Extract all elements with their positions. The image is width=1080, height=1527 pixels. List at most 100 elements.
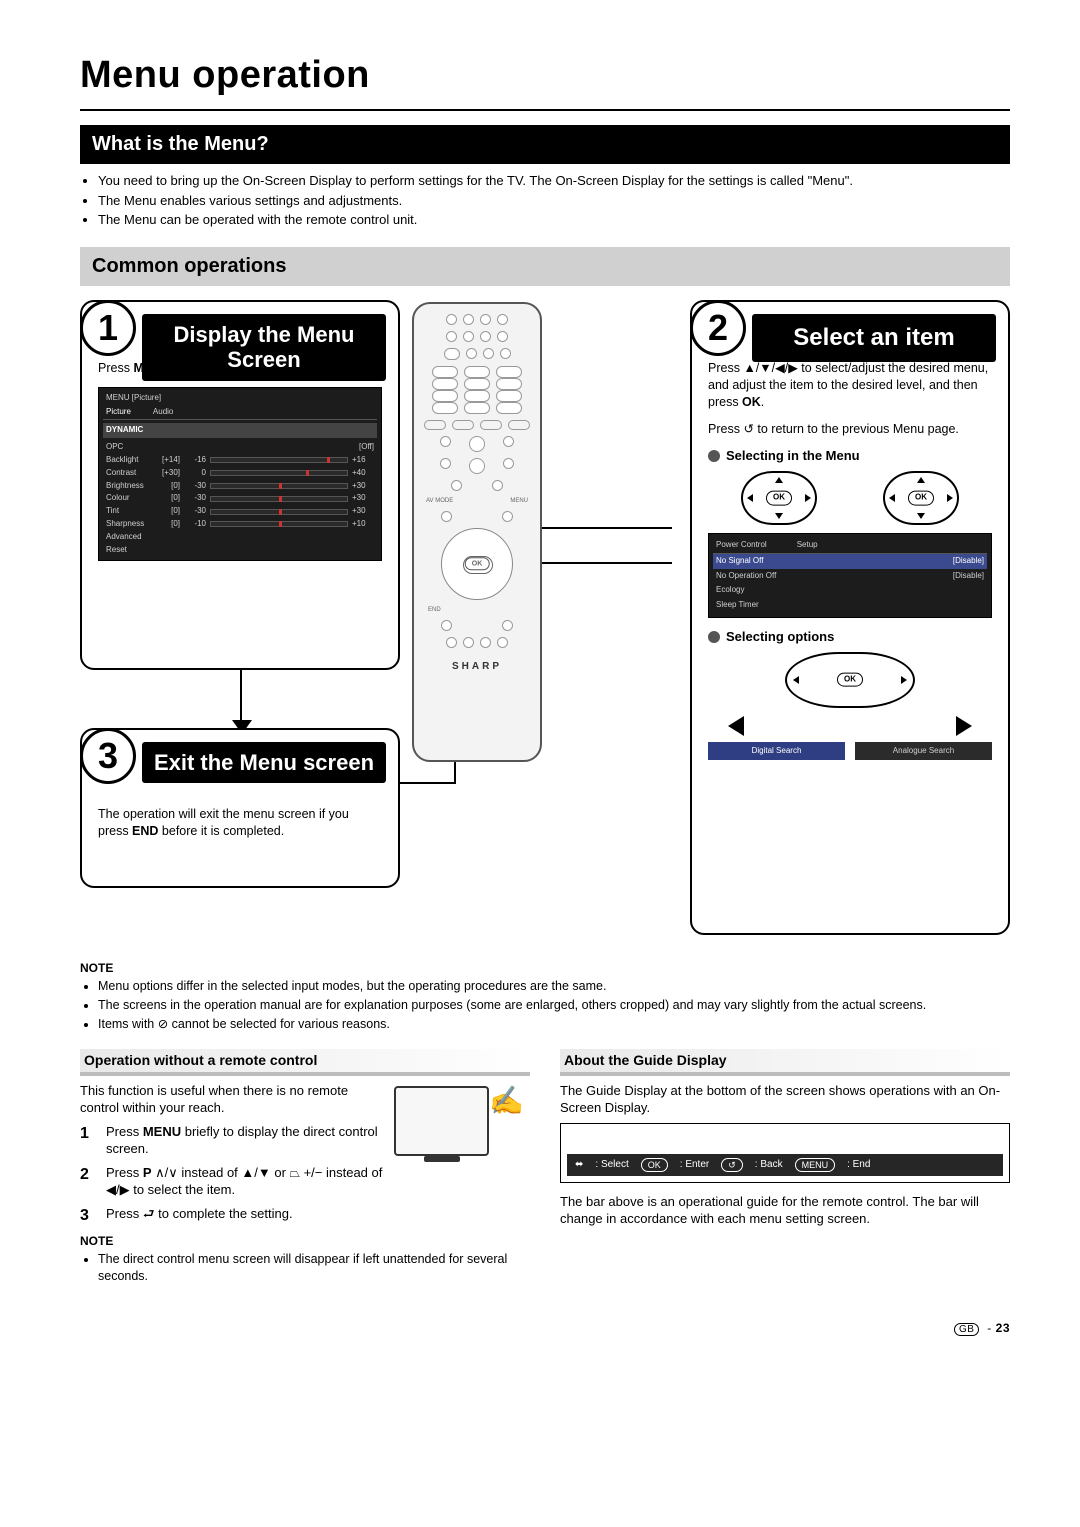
tv-icon: [394, 1086, 489, 1156]
connector-line: [542, 527, 672, 529]
step-number: 2: [690, 300, 746, 356]
section-heading-what: What is the Menu?: [80, 125, 1010, 164]
what-bullets: You need to bring up the On-Screen Displ…: [80, 172, 1010, 229]
note-list: Menu options differ in the selected inpu…: [80, 978, 1010, 1033]
remote-label: AV MODE: [426, 497, 453, 505]
osd-tab: Power Control: [716, 540, 767, 551]
step-number: 3: [80, 1205, 96, 1227]
connector-line: [542, 562, 672, 564]
note-item: The screens in the operation manual are …: [98, 997, 1010, 1014]
menu-pill: MENU: [795, 1158, 836, 1172]
menu-row-label: Colour: [106, 493, 151, 504]
note-item: The direct control menu screen will disa…: [98, 1251, 530, 1285]
ok-label: OK: [766, 491, 792, 506]
what-bullet: The Menu can be operated with the remote…: [98, 211, 1010, 229]
remote-dpad: OK: [441, 528, 513, 600]
menu-row-slider: [210, 483, 348, 489]
osd-row: Sleep Timer: [713, 598, 987, 613]
menu-row-min: -30: [184, 506, 206, 517]
arrows-icon: ⬌: [575, 1158, 583, 1172]
note-label: NOTE: [80, 960, 1010, 976]
menu-row-min: -30: [184, 493, 206, 504]
remote-brand: SHARP: [452, 660, 502, 674]
menu-row-label: OPC: [106, 442, 151, 453]
option-box: Analogue Search: [855, 742, 992, 761]
osd-row-value: [Disable]: [953, 571, 984, 582]
page-number: 23: [996, 1321, 1010, 1335]
menu-row-slider: [210, 509, 348, 515]
step-number: 2: [80, 1164, 96, 1199]
page-title: Menu operation: [80, 50, 1010, 111]
step-number: 1: [80, 1123, 96, 1158]
remote-label: END: [420, 606, 441, 614]
subsection-heading-no-remote: Operation without a remote control: [80, 1049, 530, 1076]
note-item: Items with ⊘ cannot be selected for vari…: [98, 1016, 1010, 1033]
osd-tab: Setup: [797, 540, 818, 551]
step-3-text: The operation will exit the menu screen …: [98, 807, 349, 838]
menu-row-max: +10: [352, 519, 374, 530]
osd-row: Ecology: [713, 583, 987, 598]
step-number: 3: [80, 728, 136, 784]
menu-slider-row: Tint[0]-30+30: [103, 505, 377, 518]
osd-row-label: Sleep Timer: [716, 600, 759, 611]
subsection-heading-guide: About the Guide Display: [560, 1049, 1010, 1076]
dpad-icon: OK: [883, 471, 959, 525]
remote-illustration: AV MODE MENU OK END SHARP: [412, 302, 542, 762]
dpad-icon: OK: [741, 471, 817, 525]
what-bullet: The Menu enables various settings and ad…: [98, 192, 1010, 210]
osd-row: No Operation Off [Disable]: [713, 569, 987, 584]
ok-label: OK: [908, 491, 934, 506]
subheading-selecting-options: Selecting options: [708, 628, 992, 646]
remote-menu-button: [502, 511, 513, 522]
menu-row-label: Backlight: [106, 455, 151, 466]
osd-row-label: No Operation Off: [716, 571, 776, 582]
step-3-title: Exit the Menu screen: [142, 742, 386, 783]
remote-label: MENU: [510, 497, 528, 505]
menu-row-default: [+14]: [155, 455, 180, 466]
menu-breadcrumb: [Picture]: [132, 393, 161, 402]
guide-display-illustration: ⬌ : Select OK : Enter ↺ : Back MENU : En…: [560, 1123, 1010, 1183]
menu-row-default: [+30]: [155, 468, 180, 479]
menu-row-max: +30: [352, 506, 374, 517]
step-text: Press P ∧/∨ instead of ▲/▼ or ⏢ +/− inst…: [106, 1164, 384, 1199]
menu-row-max: +16: [352, 455, 374, 466]
step-2-text-2: Press ↺ to return to the previous Menu p…: [708, 421, 992, 438]
dpad-wide-icon: OK: [785, 652, 915, 708]
osd-row-label: No Signal Off: [716, 556, 763, 567]
menu-row-max: +30: [352, 493, 374, 504]
menu-tab: Audio: [153, 407, 173, 418]
menu-row-value: [Off]: [359, 442, 374, 453]
guide-label: : End: [847, 1158, 870, 1172]
section-heading-common: Common operations: [80, 247, 1010, 286]
step-1-title: Display the Menu Screen: [142, 314, 386, 381]
step-text: Press MENU briefly to display the direct…: [106, 1123, 384, 1158]
menu-row-default: [0]: [155, 481, 180, 492]
subheading-selecting-menu: Selecting in the Menu: [708, 447, 992, 465]
menu-row-default: [0]: [155, 493, 180, 504]
menu-row-min: -16: [184, 455, 206, 466]
what-bullet: You need to bring up the On-Screen Displ…: [98, 172, 1010, 190]
menu-slider-row: Backlight [+14] -16 +16: [103, 454, 377, 467]
menu-slider-row: Sharpness[0]-10+10: [103, 518, 377, 531]
menu-row-slider: [210, 457, 348, 463]
hand-icon: ✍: [489, 1082, 524, 1120]
osd-row-value: [Disable]: [953, 556, 984, 567]
menu-row-slider: [210, 521, 348, 527]
menu-row-label: Reset: [106, 545, 151, 556]
step-2-title: Select an item: [752, 314, 996, 362]
step-1-panel: 1 Display the Menu Screen Press MENU and…: [80, 300, 400, 670]
guide-label: : Enter: [680, 1158, 709, 1172]
menu-row-slider: [210, 470, 348, 476]
region-badge: GB: [954, 1323, 979, 1336]
remote-avmode-button: [441, 511, 452, 522]
back-pill: ↺: [721, 1158, 743, 1172]
menu-row-default: [0]: [155, 519, 180, 530]
big-arrows-icon: [708, 716, 992, 736]
menu-row-slider: [210, 496, 348, 502]
page-footer: GB - 23: [80, 1320, 1010, 1337]
osd-screenshot: Power Control Setup No Signal Off [Disabl…: [708, 533, 992, 618]
guide-label: : Select: [595, 1158, 628, 1172]
ok-pill: OK: [641, 1158, 668, 1172]
osd-row: No Signal Off [Disable]: [713, 554, 987, 569]
osd-row-label: Ecology: [716, 585, 744, 596]
